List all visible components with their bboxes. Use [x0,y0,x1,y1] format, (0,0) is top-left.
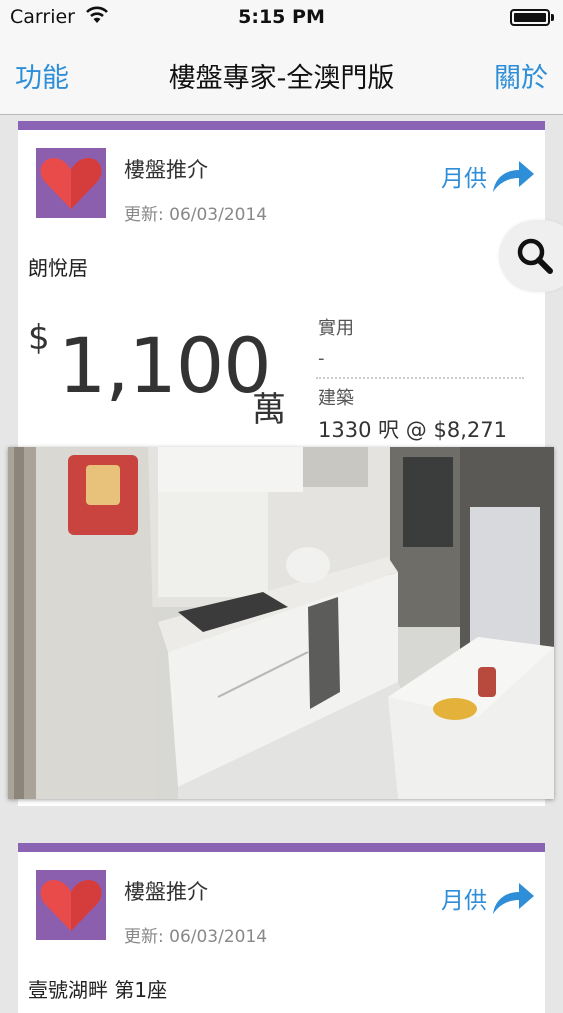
page-title: 樓盤專家-全澳門版 [168,63,395,94]
listing-updated-date: 更新: 06/03/2014 [124,927,268,947]
saleable-area-label: 實用 [318,318,354,339]
price-unit: 萬 [252,390,286,430]
listing-category: 樓盤推介 [124,158,208,182]
monthly-payment-button[interactable]: 月供 [441,878,535,918]
monthly-payment-label: 月供 [441,166,487,192]
listing-name: 壹號湖畔 第1座 [28,978,168,1002]
heart-icon [40,880,102,931]
status-time: 5:15 PM [238,6,325,28]
share-arrow-icon [493,883,534,914]
battery-icon [510,9,550,26]
listing-photo[interactable] [8,447,554,799]
monthly-payment-button[interactable]: 月供 [441,156,535,196]
heart-icon [40,158,102,209]
saleable-area-value: - [318,348,325,369]
listing-price: 1,100 [58,321,272,410]
listing-updated-date: 更新: 06/03/2014 [124,205,268,225]
favorite-tile [36,870,106,940]
battery-tip [551,14,554,21]
status-bar: Carrier 5:15 PM [0,0,563,36]
listing-card[interactable]: 樓盤推介 更新: 06/03/2014 月供 壹號湖畔 第1座 [18,843,545,1013]
search-icon [517,238,553,274]
favorite-tile [36,148,106,218]
divider [316,377,524,379]
navigation-bar: 功能 樓盤專家-全澳門版 關於 [0,36,563,115]
gross-area-value: 1330 呎 @ $8,271 [318,418,507,442]
about-button[interactable]: 關於 [494,56,548,95]
currency-symbol: $ [28,318,50,358]
share-arrow-icon [493,161,534,192]
kitchen-photo-image [8,447,554,799]
gross-area-label: 建築 [318,388,354,409]
listing-name: 朗悅居 [28,256,88,280]
search-button[interactable] [499,220,563,292]
monthly-payment-label: 月供 [441,888,487,914]
listing-category: 樓盤推介 [124,880,208,904]
